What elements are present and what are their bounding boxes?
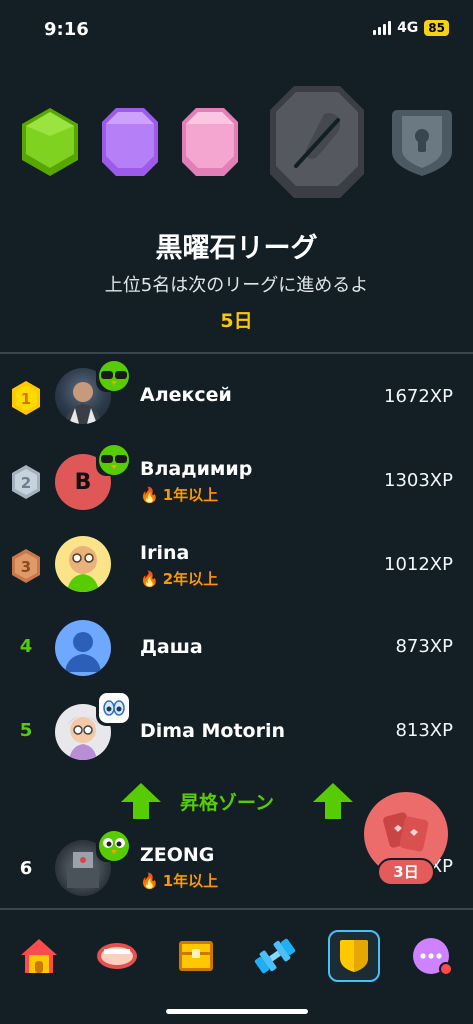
duo-sunglasses-icon — [96, 356, 132, 392]
emerald-league-icon — [22, 108, 78, 176]
status-indicators: 4G 85 — [373, 20, 449, 36]
status-bar: 9:16 4G 85 — [0, 0, 473, 56]
duo-owl-icon — [96, 826, 132, 862]
league-badges — [0, 84, 473, 204]
nav-speaking[interactable] — [91, 930, 143, 982]
nav-practice[interactable] — [249, 930, 301, 982]
flame-icon: 🔥 — [140, 569, 159, 588]
network-label: 4G — [397, 20, 419, 36]
duo-eyes-icon — [96, 690, 132, 726]
league-title: 黒曜石リーグ — [155, 233, 318, 264]
leaderboard-row[interactable]: 4 Даша 873XP — [0, 606, 473, 690]
gold-medal-icon: 1 — [12, 381, 40, 415]
avatar[interactable] — [55, 620, 111, 676]
obsidian-league-icon — [270, 86, 364, 198]
streak-info: 🔥 1年以上 — [140, 870, 218, 891]
league-days-left: 5日 — [220, 310, 253, 332]
streak-info: 🔥 1年以上 — [140, 484, 218, 505]
user-name: Владимир — [140, 458, 253, 480]
user-name: Даша — [140, 636, 203, 658]
mouth-icon — [97, 943, 137, 969]
medal-rank: 2 — [21, 474, 31, 492]
user-xp: 1672XP — [384, 386, 453, 407]
user-xp: 873XP — [395, 636, 453, 657]
streak-label: 1年以上 — [162, 486, 219, 504]
league-subtitle: 上位5名は次のリーグに進めるよ — [104, 275, 369, 296]
dumbbell-icon — [254, 938, 296, 974]
streak-label: 1年以上 — [162, 872, 219, 890]
leaderboard-row[interactable]: 2 B Владимир 🔥 1年以上 1303XP — [0, 440, 473, 524]
silver-medal-icon: 2 — [12, 465, 40, 499]
arrow-up-icon — [313, 783, 353, 819]
streak-label: 2年以上 — [162, 570, 219, 588]
user-xp: 1303XP — [384, 470, 453, 491]
promotion-zone-label: 昇格ゾーン — [180, 792, 275, 814]
nav-chest[interactable] — [170, 930, 222, 982]
nav-leaderboard[interactable] — [328, 930, 380, 982]
rank-number: 6 — [19, 858, 33, 879]
user-name: Алексей — [140, 384, 232, 406]
nav-home[interactable] — [13, 930, 65, 982]
user-name: ZEONG — [140, 844, 215, 866]
user-name: Dima Motorin — [140, 720, 286, 742]
chest-icon — [179, 941, 213, 971]
shield-icon — [340, 940, 368, 972]
battery-icon: 85 — [424, 20, 449, 36]
home-icon — [21, 939, 57, 973]
status-time: 9:16 — [44, 19, 89, 40]
bronze-medal-icon: 3 — [12, 549, 40, 583]
rank-number: 4 — [19, 636, 33, 657]
amethyst-league-icon — [102, 108, 158, 176]
bottom-nav — [0, 908, 473, 1024]
duo-sunglasses-icon — [96, 440, 132, 476]
streak-info: 🔥 2年以上 — [140, 568, 218, 589]
flame-icon: 🔥 — [140, 871, 159, 890]
leaderboard-row[interactable]: 5 Dima Motorin 813XP — [0, 690, 473, 774]
avatar[interactable] — [55, 536, 111, 592]
divider — [0, 352, 473, 354]
user-name: Irina — [140, 542, 190, 564]
medal-rank: 3 — [21, 558, 31, 576]
user-xp: 813XP — [395, 720, 453, 741]
home-indicator — [166, 1009, 308, 1014]
nav-more[interactable] — [407, 930, 459, 982]
leaderboard-row[interactable]: 1 Алексей 1672XP — [0, 356, 473, 440]
signal-icon — [373, 21, 392, 35]
more-icon — [413, 938, 453, 976]
arrow-up-icon — [121, 783, 161, 819]
flame-icon: 🔥 — [140, 485, 159, 504]
diamond-league-locked-icon — [392, 110, 452, 176]
user-xp: 1012XP — [384, 554, 453, 575]
medal-rank: 1 — [21, 390, 31, 408]
rank-number: 5 — [19, 720, 33, 741]
pearl-league-icon — [182, 108, 238, 176]
chest-days-badge: 3日 — [377, 858, 435, 886]
leaderboard-row[interactable]: 3 Irina 🔥 2年以上 1012XP — [0, 524, 473, 608]
